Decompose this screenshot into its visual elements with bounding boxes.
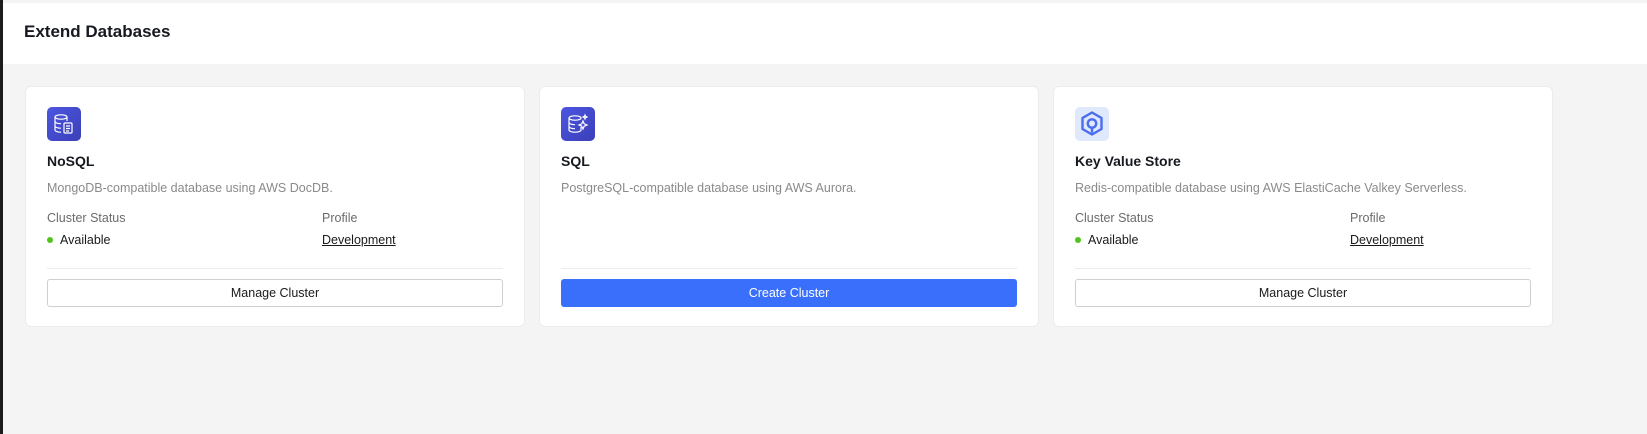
profile-link[interactable]: Development [1350,233,1424,247]
sql-database-icon [561,107,595,141]
key-value-store-icon [1075,107,1109,141]
card-nosql: NoSQL MongoDB-compatible database using … [25,86,525,327]
profile-label: Profile [1350,211,1386,225]
cluster-meta: Cluster Status Available Profile Develop… [47,211,503,247]
status-dot-icon [47,237,53,243]
database-cards: NoSQL MongoDB-compatible database using … [3,64,1647,327]
manage-cluster-button[interactable]: Manage Cluster [47,279,503,307]
card-title: SQL [561,153,590,169]
create-cluster-button[interactable]: Create Cluster [561,279,1017,307]
cluster-status-value: Available [1088,233,1139,247]
profile-link[interactable]: Development [322,233,396,247]
divider [561,268,1017,269]
page-title: Extend Databases [24,22,171,41]
cluster-status-label: Cluster Status [47,211,126,225]
cluster-status-label: Cluster Status [1075,211,1154,225]
card-title: NoSQL [47,153,95,169]
page: Extend Databases NoSQL MongoDB-compatibl… [3,0,1647,434]
status-dot-icon [1075,237,1081,243]
manage-cluster-button[interactable]: Manage Cluster [1075,279,1531,307]
cluster-status: Available [47,233,322,247]
profile-label: Profile [322,211,358,225]
card-key-value-store: Key Value Store Redis-compatible databas… [1053,86,1553,327]
card-sql: SQL PostgreSQL-compatible database using… [539,86,1039,327]
cluster-status: Available [1075,233,1350,247]
card-description: MongoDB-compatible database using AWS Do… [47,181,333,195]
cluster-status-value: Available [60,233,111,247]
nosql-database-icon [47,107,81,141]
card-description: PostgreSQL-compatible database using AWS… [561,181,857,195]
divider [47,268,503,269]
page-header: Extend Databases [3,3,1647,64]
card-title: Key Value Store [1075,153,1181,169]
divider [1075,268,1531,269]
card-description: Redis-compatible database using AWS Elas… [1075,181,1467,195]
cluster-meta: Cluster Status Available Profile Develop… [1075,211,1531,247]
